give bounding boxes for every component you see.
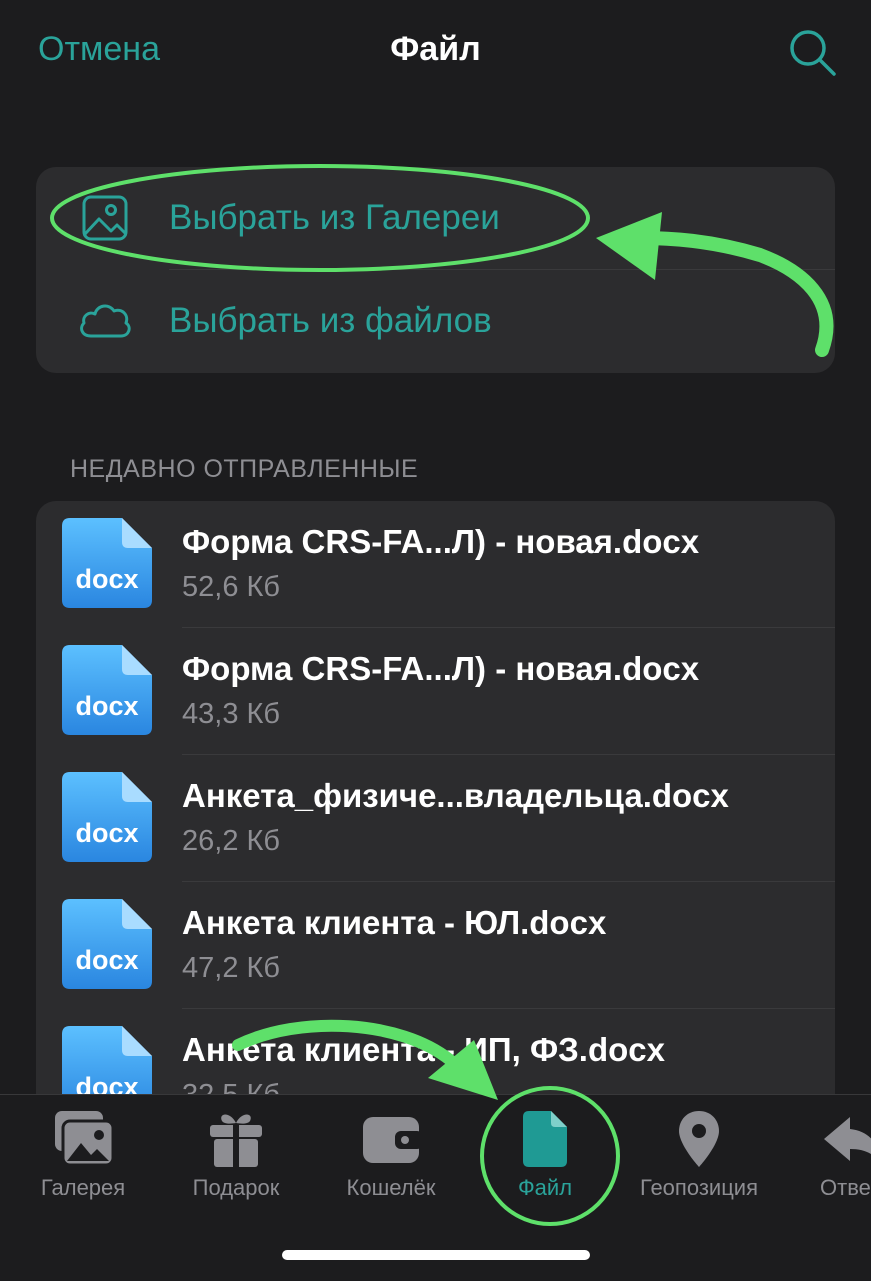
file-size: 52,6 Кб	[182, 571, 281, 603]
tab-label: Файл	[517, 1175, 573, 1200]
page-title: Файл	[390, 30, 481, 68]
file-name: Анкета клиента - ЮЛ.docx	[182, 904, 607, 941]
home-indicator	[282, 1250, 590, 1260]
file-name: Анкета_физиче...владельца.docx	[182, 777, 729, 814]
tab-label: Кошелёк	[346, 1175, 436, 1200]
file-ext-label: docx	[75, 818, 139, 848]
pick-source-card: Выбрать из Галереи Выбрать из файлов	[36, 167, 835, 373]
file-row[interactable]: docx Анкета клиента - ЮЛ.docx 47,2 Кб	[36, 882, 835, 1009]
tab-file[interactable]: Файл	[470, 1095, 620, 1215]
recent-section-label: НЕДАВНО ОТПРАВЛЕННЫЕ	[70, 455, 419, 483]
tab-wallet[interactable]: Кошелёк	[316, 1095, 466, 1215]
tab-reply[interactable]: Отве	[780, 1095, 871, 1215]
file-name: Анкета клиента - ИП, ФЗ.docx	[182, 1031, 665, 1068]
location-pin-icon	[679, 1111, 719, 1167]
gallery-icon	[82, 195, 128, 241]
cloud-icon	[80, 304, 131, 338]
tab-label: Геопозиция	[640, 1175, 758, 1200]
reply-icon	[824, 1117, 871, 1161]
tab-label: Отве	[820, 1175, 871, 1200]
file-size: 43,3 Кб	[182, 698, 281, 730]
pick-gallery-row[interactable]: Выбрать из Галереи	[36, 167, 835, 270]
file-ext-label: docx	[75, 691, 139, 721]
wallet-icon	[363, 1117, 423, 1163]
recent-files-list: docx Форма CRS-FA...Л) - новая.docx 52,6…	[36, 501, 835, 1121]
file-row[interactable]: docx Форма CRS-FA...Л) - новая.docx 43,3…	[36, 628, 835, 755]
tab-label: Галерея	[40, 1175, 126, 1200]
file-row[interactable]: docx Форма CRS-FA...Л) - новая.docx 52,6…	[36, 501, 835, 628]
file-size: 47,2 Кб	[182, 952, 281, 984]
tab-location[interactable]: Геопозиция	[624, 1095, 774, 1215]
tab-gift[interactable]: Подарок	[161, 1095, 311, 1215]
search-icon[interactable]	[786, 26, 840, 80]
pick-files-row[interactable]: Выбрать из файлов	[36, 270, 835, 373]
header: Отмена Файл	[0, 0, 871, 110]
file-ext-label: docx	[75, 945, 139, 975]
file-name: Форма CRS-FA...Л) - новая.docx	[182, 523, 700, 560]
tab-label: Подарок	[192, 1175, 280, 1200]
gift-icon	[210, 1114, 262, 1167]
file-size: 26,2 Кб	[182, 825, 281, 857]
file-name: Форма CRS-FA...Л) - новая.docx	[182, 650, 700, 687]
file-ext-label: docx	[75, 564, 139, 594]
tab-gallery[interactable]: Галерея	[8, 1095, 158, 1215]
pick-gallery-label: Выбрать из Галереи	[169, 198, 500, 237]
gallery-icon	[55, 1111, 115, 1167]
pick-files-label: Выбрать из файлов	[169, 301, 492, 340]
file-row[interactable]: docx Анкета_физиче...владельца.docx 26,2…	[36, 755, 835, 882]
file-icon	[523, 1111, 567, 1167]
